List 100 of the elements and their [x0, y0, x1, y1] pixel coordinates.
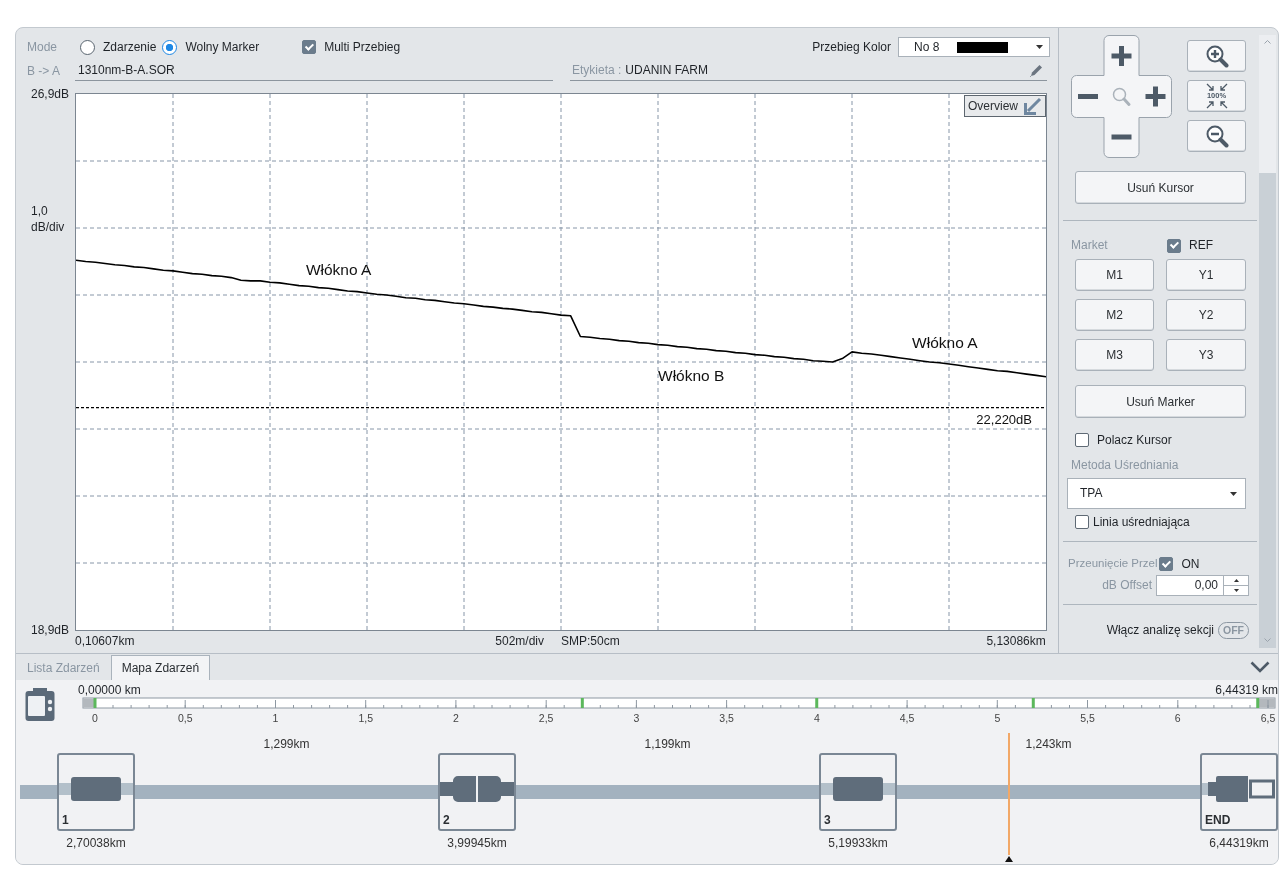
tick-label: 5 — [994, 712, 1001, 724]
minus-icon[interactable] — [1111, 134, 1132, 140]
distance-label: 6,44319 km — [1215, 683, 1278, 697]
event-distance: 2,70038km — [66, 836, 126, 851]
pencil-icon[interactable] — [1029, 63, 1043, 78]
tick-label: 1 — [272, 712, 279, 724]
file-name-field: 1310nm-B-A.SOR — [75, 61, 553, 81]
sampling-label: SMP:50cm — [561, 633, 620, 648]
end-connector-icon — [1202, 776, 1276, 802]
cursor-marker-icon[interactable] — [1005, 856, 1013, 862]
section-analysis-label: Włącz analizę sekcji — [1106, 623, 1214, 638]
trace-annotation: Włókno A — [305, 261, 372, 279]
radio-label: Zdarzenie — [103, 39, 157, 55]
scale-unit: dB/div — [31, 219, 65, 235]
tick-label: 1,5 — [358, 712, 373, 724]
tick-label: 5,5 — [1080, 712, 1095, 724]
zoom-in-icon — [1204, 44, 1229, 68]
checkbox[interactable] — [1075, 515, 1089, 529]
marker-button[interactable]: M3 — [1075, 339, 1154, 371]
tab[interactable]: Mapa Zdarzeń — [110, 655, 211, 680]
mode-label: Mode — [27, 39, 59, 55]
tick-label: 6,5 — [1260, 712, 1276, 724]
averaging-label: Metoda Uśredniania — [1070, 458, 1180, 472]
mated-connector-icon — [440, 776, 514, 802]
offset-field[interactable]: 0,00 — [1156, 575, 1224, 596]
zoom-out-icon — [1204, 124, 1229, 148]
tick-label: 0,5 — [177, 712, 193, 724]
connector-icon — [821, 776, 895, 802]
shift-label: Przeunięcie Przel — [1068, 557, 1158, 571]
event-marker — [1256, 698, 1260, 708]
plus-icon[interactable] — [1111, 46, 1132, 66]
averaging-select[interactable]: TPA — [1067, 478, 1246, 509]
connector-icon — [59, 776, 133, 802]
section-length: 1,199km — [644, 737, 691, 751]
event-distance: 3,99945km — [447, 836, 507, 851]
axis-label: 5,13086km — [986, 634, 1046, 648]
caret-icon — [1036, 45, 1043, 49]
marker-value: 22,220dB — [976, 412, 1032, 427]
section-length: 1,299km — [263, 737, 310, 751]
marker-button[interactable]: Y2 — [1166, 299, 1246, 331]
zoom-in-button[interactable] — [1187, 40, 1246, 72]
tick-label: 4,5 — [899, 712, 915, 724]
trace-color-select[interactable]: No 8 — [898, 37, 1050, 57]
axis-label: 26,9dB — [30, 87, 69, 101]
overview-button[interactable]: Overview — [964, 95, 1046, 117]
marker-button[interactable]: Y3 — [1166, 339, 1246, 371]
direction-label: B -> A — [27, 63, 62, 79]
event-number: 3 — [823, 813, 831, 829]
event-number: 2 — [442, 813, 450, 829]
remove-cursor-button[interactable]: Usuń Kursor — [1075, 171, 1246, 204]
tick-label: 0 — [92, 712, 98, 724]
magnifier-icon — [1112, 87, 1131, 106]
checkbox-label: Multi Przebieg — [324, 39, 401, 55]
event-node[interactable]: END — [1200, 753, 1278, 831]
spin-down-button[interactable] — [1224, 585, 1248, 595]
tick-label: 6 — [1174, 712, 1181, 724]
radio-button[interactable] — [162, 39, 178, 55]
marker-button[interactable]: M1 — [1075, 259, 1154, 291]
scale-value: 1,0 — [31, 203, 49, 219]
caret-icon — [1230, 491, 1237, 496]
axis-label: 0,10607km — [75, 634, 135, 648]
arrow-icon — [1022, 97, 1042, 115]
event-distance: 5,19933km — [828, 836, 888, 851]
tick-label: 2 — [453, 712, 459, 724]
checkbox[interactable] — [1159, 557, 1174, 571]
caret-down-icon — [1233, 589, 1239, 592]
event-distance: 6,44319km — [1209, 836, 1269, 851]
trace-annotation: Włókno A — [912, 334, 978, 352]
tick-label: 3 — [633, 712, 640, 724]
section-length: 1,243km — [1025, 737, 1072, 751]
trace-color-label: Przebieg Kolor — [812, 39, 891, 55]
remove-marker-button[interactable]: Usuń Marker — [1075, 385, 1246, 418]
marker-button[interactable]: M2 — [1075, 299, 1154, 331]
event-number: 1 — [61, 813, 69, 829]
checkbox[interactable] — [1075, 433, 1089, 447]
event-marker — [815, 698, 819, 708]
tick-label: 2,5 — [538, 712, 554, 724]
markers-label: Market — [1071, 238, 1109, 253]
distance-label: 0,00000 km — [78, 683, 141, 697]
zoom-out-button[interactable] — [1187, 120, 1246, 152]
radio-button[interactable] — [80, 39, 95, 55]
tag-caption: Etykieta : — [572, 63, 622, 78]
checkbox-label: Linia uśredniająca — [1093, 514, 1190, 530]
event-node[interactable]: 2 — [438, 753, 516, 831]
event-node[interactable]: 3 — [819, 753, 897, 831]
checkbox[interactable] — [302, 40, 317, 54]
chevron-down-icon[interactable] — [1250, 661, 1270, 673]
event-node[interactable]: 1 — [57, 753, 135, 831]
checkbox-label: ON — [1181, 556, 1200, 572]
checkbox[interactable] — [1167, 238, 1181, 253]
device-icon — [25, 688, 55, 722]
caret-up-icon — [1233, 579, 1239, 582]
event-marker — [93, 698, 97, 708]
plus-icon[interactable] — [1145, 86, 1166, 107]
marker-button[interactable]: Y1 — [1166, 259, 1246, 291]
tag-value: UDANIN FARM — [625, 63, 709, 78]
color-swatch-icon — [957, 41, 1009, 53]
event-marker — [580, 698, 584, 708]
radio-label: Wolny Marker — [185, 39, 260, 55]
axis-label: 18,9dB — [30, 623, 69, 637]
